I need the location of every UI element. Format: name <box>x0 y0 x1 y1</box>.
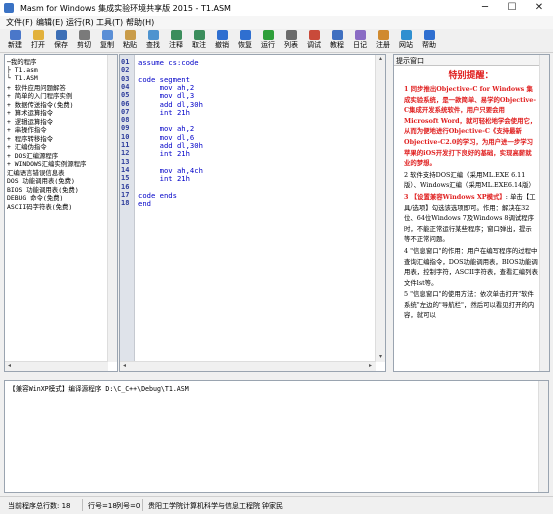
website-icon <box>400 30 412 40</box>
new-file-icon <box>9 30 21 40</box>
code-line[interactable]: int 21h <box>138 174 190 183</box>
line-number: 07 <box>121 107 130 116</box>
hint-paragraph-4: 4 "信息窗口"的作用：用户在编写程序的过程中查询汇编指令，DOS功能调用表，B… <box>404 246 538 287</box>
hint-panel-header: 提示窗口 <box>394 55 549 66</box>
line-number: 06 <box>121 99 130 108</box>
hint-paragraph-3-highlight: 3 【设置兼容Windows XP模式】 <box>404 192 506 201</box>
scroll-up-icon[interactable]: ▴ <box>376 55 385 63</box>
menu-help[interactable]: 帮助(H) <box>126 17 154 28</box>
scroll-right-icon[interactable]: ▸ <box>366 362 375 370</box>
save-icon <box>55 30 67 40</box>
title-bar: Masm for Windows 集成实验环境共享版 2015 - T1.ASM… <box>0 0 553 17</box>
copy-icon <box>101 30 113 40</box>
line-number: 17 <box>121 190 130 199</box>
menu-file[interactable]: 文件(F) <box>6 17 33 28</box>
output-vertical-scrollbar[interactable] <box>538 381 548 492</box>
scroll-down-icon[interactable]: ▾ <box>376 353 385 361</box>
status-divider <box>142 499 143 511</box>
output-message: 【兼容WinXP模式】编译源程序 D:\C_C++\Debug\T1.ASM <box>9 385 189 393</box>
menu-tools[interactable]: 工具(T) <box>96 17 123 28</box>
line-number: 10 <box>121 132 130 141</box>
program-tree[interactable]: ◂ ─我的程序 ├ T1.asm └ T1.ASM + 软件应用问题解答 + 简单的… <box>4 54 118 372</box>
warning-title: 特别提醒： <box>448 71 494 81</box>
register-icon <box>377 30 389 40</box>
line-number: 12 <box>121 149 130 158</box>
minimize-button[interactable]: ─ <box>470 0 500 16</box>
tree-item[interactable]: ASCII码字符表(免费) <box>7 202 72 211</box>
scroll-left-icon[interactable]: ◂ <box>120 362 129 370</box>
line-number: 09 <box>121 124 130 133</box>
status-divider <box>82 499 83 511</box>
output-panel[interactable]: 【兼容WinXP模式】编译源程序 D:\C_C++\Debug\T1.ASM <box>4 380 549 493</box>
hint-paragraph-5: 5 "信息窗口"的使用方法：依次单击打开"软件系统"左边的"导航栏"，然后可以看… <box>404 290 535 320</box>
line-number-gutter: 01 02 03 04 05 06 07 08 09 10 11 12 13 14 15 16 17 18 <box>120 55 135 371</box>
toolbar-button-help[interactable]: 帮助 <box>416 30 442 51</box>
list-icon <box>285 30 297 40</box>
hint-panel: 提示窗口 特别提醒： 1 同步推出Objective-C for Windows… <box>393 54 550 372</box>
close-button[interactable]: ✕ <box>524 0 553 16</box>
cut-icon <box>78 30 90 40</box>
line-number: 14 <box>121 165 130 174</box>
editor-vertical-scrollbar[interactable]: ▴ ▾ <box>375 55 385 362</box>
hint-paragraph-3: 3 【设置兼容Windows XP模式】: 单击【工具/选项】勾选该选项即可。作… <box>404 192 538 245</box>
menu-run[interactable]: 运行(R) <box>66 17 94 28</box>
line-number: 18 <box>121 199 130 208</box>
hint-panel-title: 提示窗口 <box>396 57 424 65</box>
app-logo-icon <box>4 3 14 13</box>
code-line[interactable]: end <box>138 199 151 208</box>
tree-item[interactable]: ├ T1.asm <box>7 66 38 74</box>
line-number: 05 <box>121 91 130 100</box>
tutorial-icon <box>331 30 343 40</box>
run-icon <box>262 30 274 40</box>
menu-edit[interactable]: 编辑(E) <box>36 17 63 28</box>
maximize-button[interactable]: ☐ <box>497 0 527 16</box>
line-number: 11 <box>121 141 130 149</box>
code-line[interactable]: assume cs:code <box>138 58 199 67</box>
line-number: 04 <box>121 82 130 91</box>
status-bar: 当前程序总行数: 18 行号=18 列号=0 贵阳工学院计算机科学与信息工程院 … <box>0 496 553 514</box>
line-number: 03 <box>121 74 130 83</box>
line-number: 16 <box>121 182 130 191</box>
code-line[interactable]: int 21h <box>138 108 190 117</box>
line-number: 01 <box>121 58 130 66</box>
diary-icon <box>354 30 366 40</box>
toolbar: 新建 打开 保存 剪切 复制 粘贴 查找 注释 取注 撤销 恢复 运行 列表 调试 教程 日记 注册 网站 帮助 <box>0 29 553 53</box>
toolbar-label: 帮助 <box>422 41 436 49</box>
window-title: Masm for Windows 集成实验环境共享版 2015 - T1.ASM <box>20 4 231 13</box>
paste-icon <box>124 30 136 40</box>
status-author: 钟家民 <box>262 502 283 510</box>
status-row: 行号=18 <box>88 502 117 510</box>
help-icon <box>423 30 435 40</box>
code-line[interactable]: int 21h <box>138 149 190 158</box>
redo-icon <box>239 30 251 40</box>
menu-bar: 文件(F) 编辑(E) 运行(R) 工具(T) 帮助(H) <box>0 16 553 29</box>
open-folder-icon <box>32 30 44 40</box>
tree-horizontal-scrollbar[interactable]: ◂ <box>5 361 108 371</box>
editor-horizontal-scrollbar[interactable]: ◂ ▸ <box>120 361 376 371</box>
find-icon <box>147 30 159 40</box>
code-editor[interactable]: 01 02 03 04 05 06 07 08 09 10 11 12 13 14 15 16 17 18 ▴ ▾… <box>119 54 386 372</box>
status-organization: 贵阳工学院计算机科学与信息工程院 <box>148 502 260 510</box>
debug-icon <box>308 30 320 40</box>
hint-panel-body: 特别提醒： 1 同步推出Objective-C for Windows 集成实验… <box>404 69 538 322</box>
comment-icon <box>170 30 182 40</box>
hint-paragraph-1: 1 同步推出Objective-C for Windows 集成实验系统，是一款… <box>404 85 537 168</box>
line-number: 08 <box>121 116 130 125</box>
line-number: 15 <box>121 174 130 183</box>
undo-icon <box>216 30 228 40</box>
line-number: 13 <box>121 157 130 166</box>
status-total-lines: 当前程序总行数: 18 <box>8 502 71 510</box>
scroll-left-icon[interactable]: ◂ <box>5 362 14 370</box>
tree-item[interactable]: └ T1.ASM <box>7 74 38 82</box>
uncomment-icon <box>193 30 205 40</box>
hint-paragraph-2: 2 软件支持DOS汇编（采用ML.EXE 6.11版）、Windows汇编（采用… <box>404 170 535 190</box>
line-number: 02 <box>121 66 130 75</box>
status-col: 列号=0 <box>116 502 141 510</box>
hint-vertical-scrollbar[interactable] <box>539 55 549 371</box>
tree-vertical-scrollbar[interactable] <box>107 55 117 362</box>
